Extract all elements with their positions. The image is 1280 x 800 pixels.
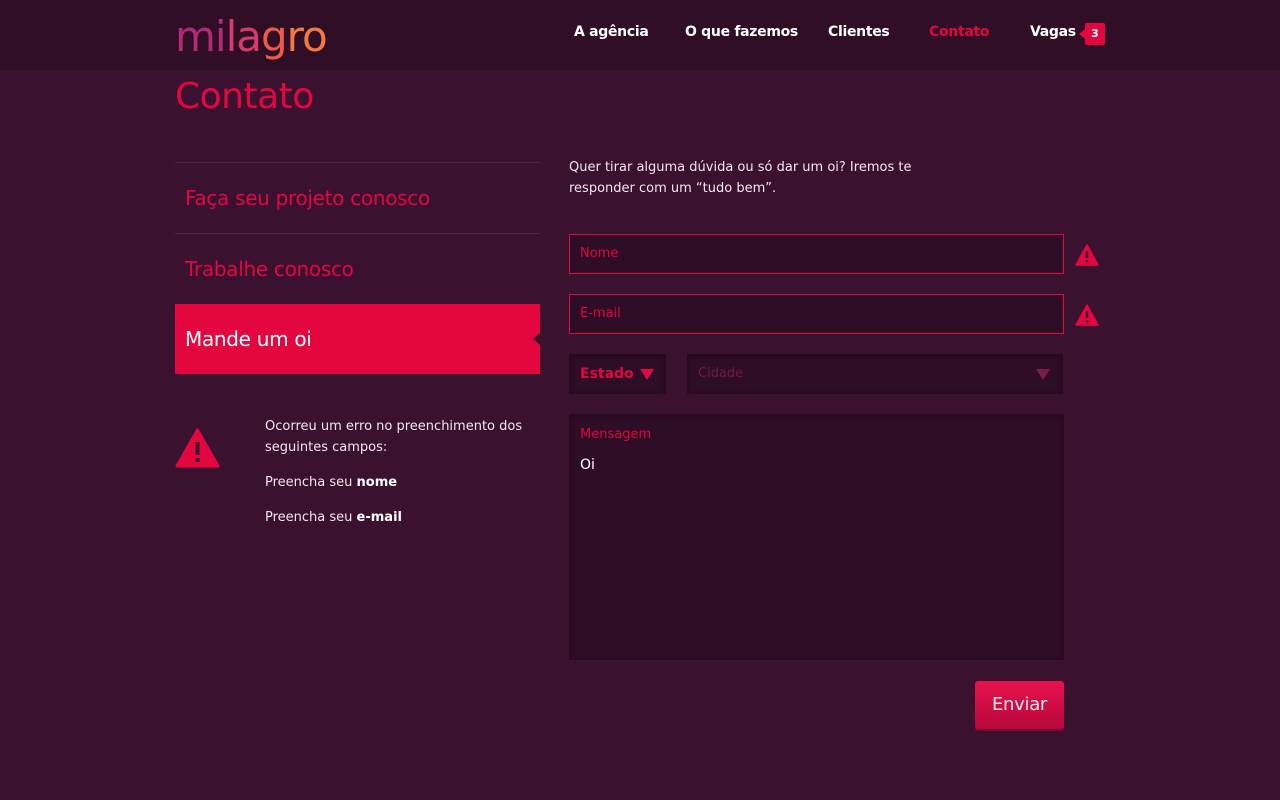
nav-item-clientes[interactable]: Clientes (828, 24, 890, 40)
error-item-field: e-mail (356, 510, 402, 525)
nav-item-o-que-fazemos[interactable]: O que fazemos (685, 24, 798, 40)
side-item-trabalhe[interactable]: Trabalhe conosco (175, 233, 540, 304)
message-value: Oi (580, 457, 595, 473)
name-placeholder: Nome (580, 246, 619, 261)
city-select[interactable]: Cidade (687, 354, 1063, 394)
form-intro: Quer tirar alguma dúvida ou só dar um oi… (569, 160, 912, 196)
error-item-field: nome (356, 475, 398, 490)
state-select-value: Estado (580, 366, 634, 382)
nav-item-vagas[interactable]: Vagas (1030, 24, 1076, 40)
error-item-nome: Preencha seu nome (265, 472, 525, 493)
side-menu: Faça seu projeto conosco Trabalhe conosc… (175, 162, 540, 374)
side-item-mande-um-oi[interactable]: Mande um oi (175, 304, 540, 374)
message-textarea[interactable]: Mensagem Oi (569, 414, 1064, 660)
name-input[interactable]: Nome (569, 234, 1064, 274)
vagas-count-badge: 3 (1079, 23, 1105, 45)
nav-item-agencia[interactable]: A agência (574, 24, 649, 40)
email-placeholder: E-mail (580, 306, 621, 321)
error-message: Ocorreu um erro no preenchimento dos seg… (265, 419, 523, 455)
error-item-prefix: Preencha seu (265, 510, 357, 525)
email-input[interactable]: E-mail (569, 294, 1064, 334)
chevron-down-icon (640, 369, 654, 380)
name-warning-icon (1075, 244, 1099, 266)
email-warning-icon (1075, 304, 1099, 326)
error-item-email: Preencha seu e-mail (265, 507, 525, 528)
side-item-projeto[interactable]: Faça seu projeto conosco (175, 162, 540, 233)
state-select[interactable]: Estado (569, 354, 666, 394)
error-item-prefix: Preencha seu (265, 475, 357, 490)
warning-icon (175, 428, 220, 468)
city-select-value: Cidade (698, 366, 744, 381)
send-button[interactable]: Enviar (975, 681, 1064, 729)
error-text: Ocorreu um erro no preenchimento dos seg… (265, 416, 525, 542)
nav-item-contato[interactable]: Contato (929, 24, 990, 40)
page-title: Contato (175, 76, 314, 117)
message-label: Mensagem (580, 427, 652, 442)
chevron-down-icon (1036, 369, 1050, 380)
